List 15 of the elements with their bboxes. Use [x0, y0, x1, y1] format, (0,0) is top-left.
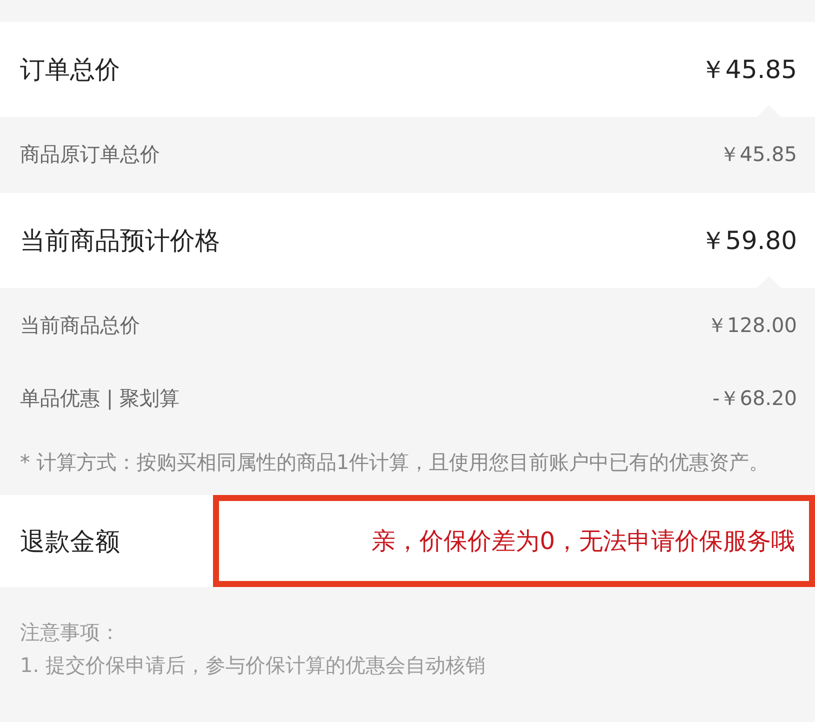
detail-label: 商品原订单总价 — [20, 140, 160, 168]
detail-label: 当前商品总价 — [20, 312, 140, 338]
detail-value: ￥45.85 — [720, 140, 797, 168]
calculation-note: * 计算方式：按购买相同属性的商品1件计算，且使用您目前账户中已有的优惠资产。 — [20, 449, 770, 476]
detail-value: -￥68.20 — [712, 384, 797, 412]
notice-title: 注意事项： — [20, 619, 121, 646]
detail-label: 单品优惠 | 聚划算 — [20, 384, 180, 412]
refund-label: 退款金额 — [20, 526, 121, 558]
price-label: 订单总价 — [20, 54, 120, 86]
refund-message: 亲，价保价差为0，无法申请价保服务哦 — [372, 526, 795, 557]
price-value: ￥59.80 — [700, 225, 797, 257]
price-value: ￥45.85 — [700, 54, 797, 86]
detail-value: ￥128.00 — [707, 312, 797, 338]
notice-item: 1. 提交价保申请后，参与价保计算的优惠会自动核销 — [20, 652, 486, 679]
price-label: 当前商品预计价格 — [20, 225, 220, 257]
